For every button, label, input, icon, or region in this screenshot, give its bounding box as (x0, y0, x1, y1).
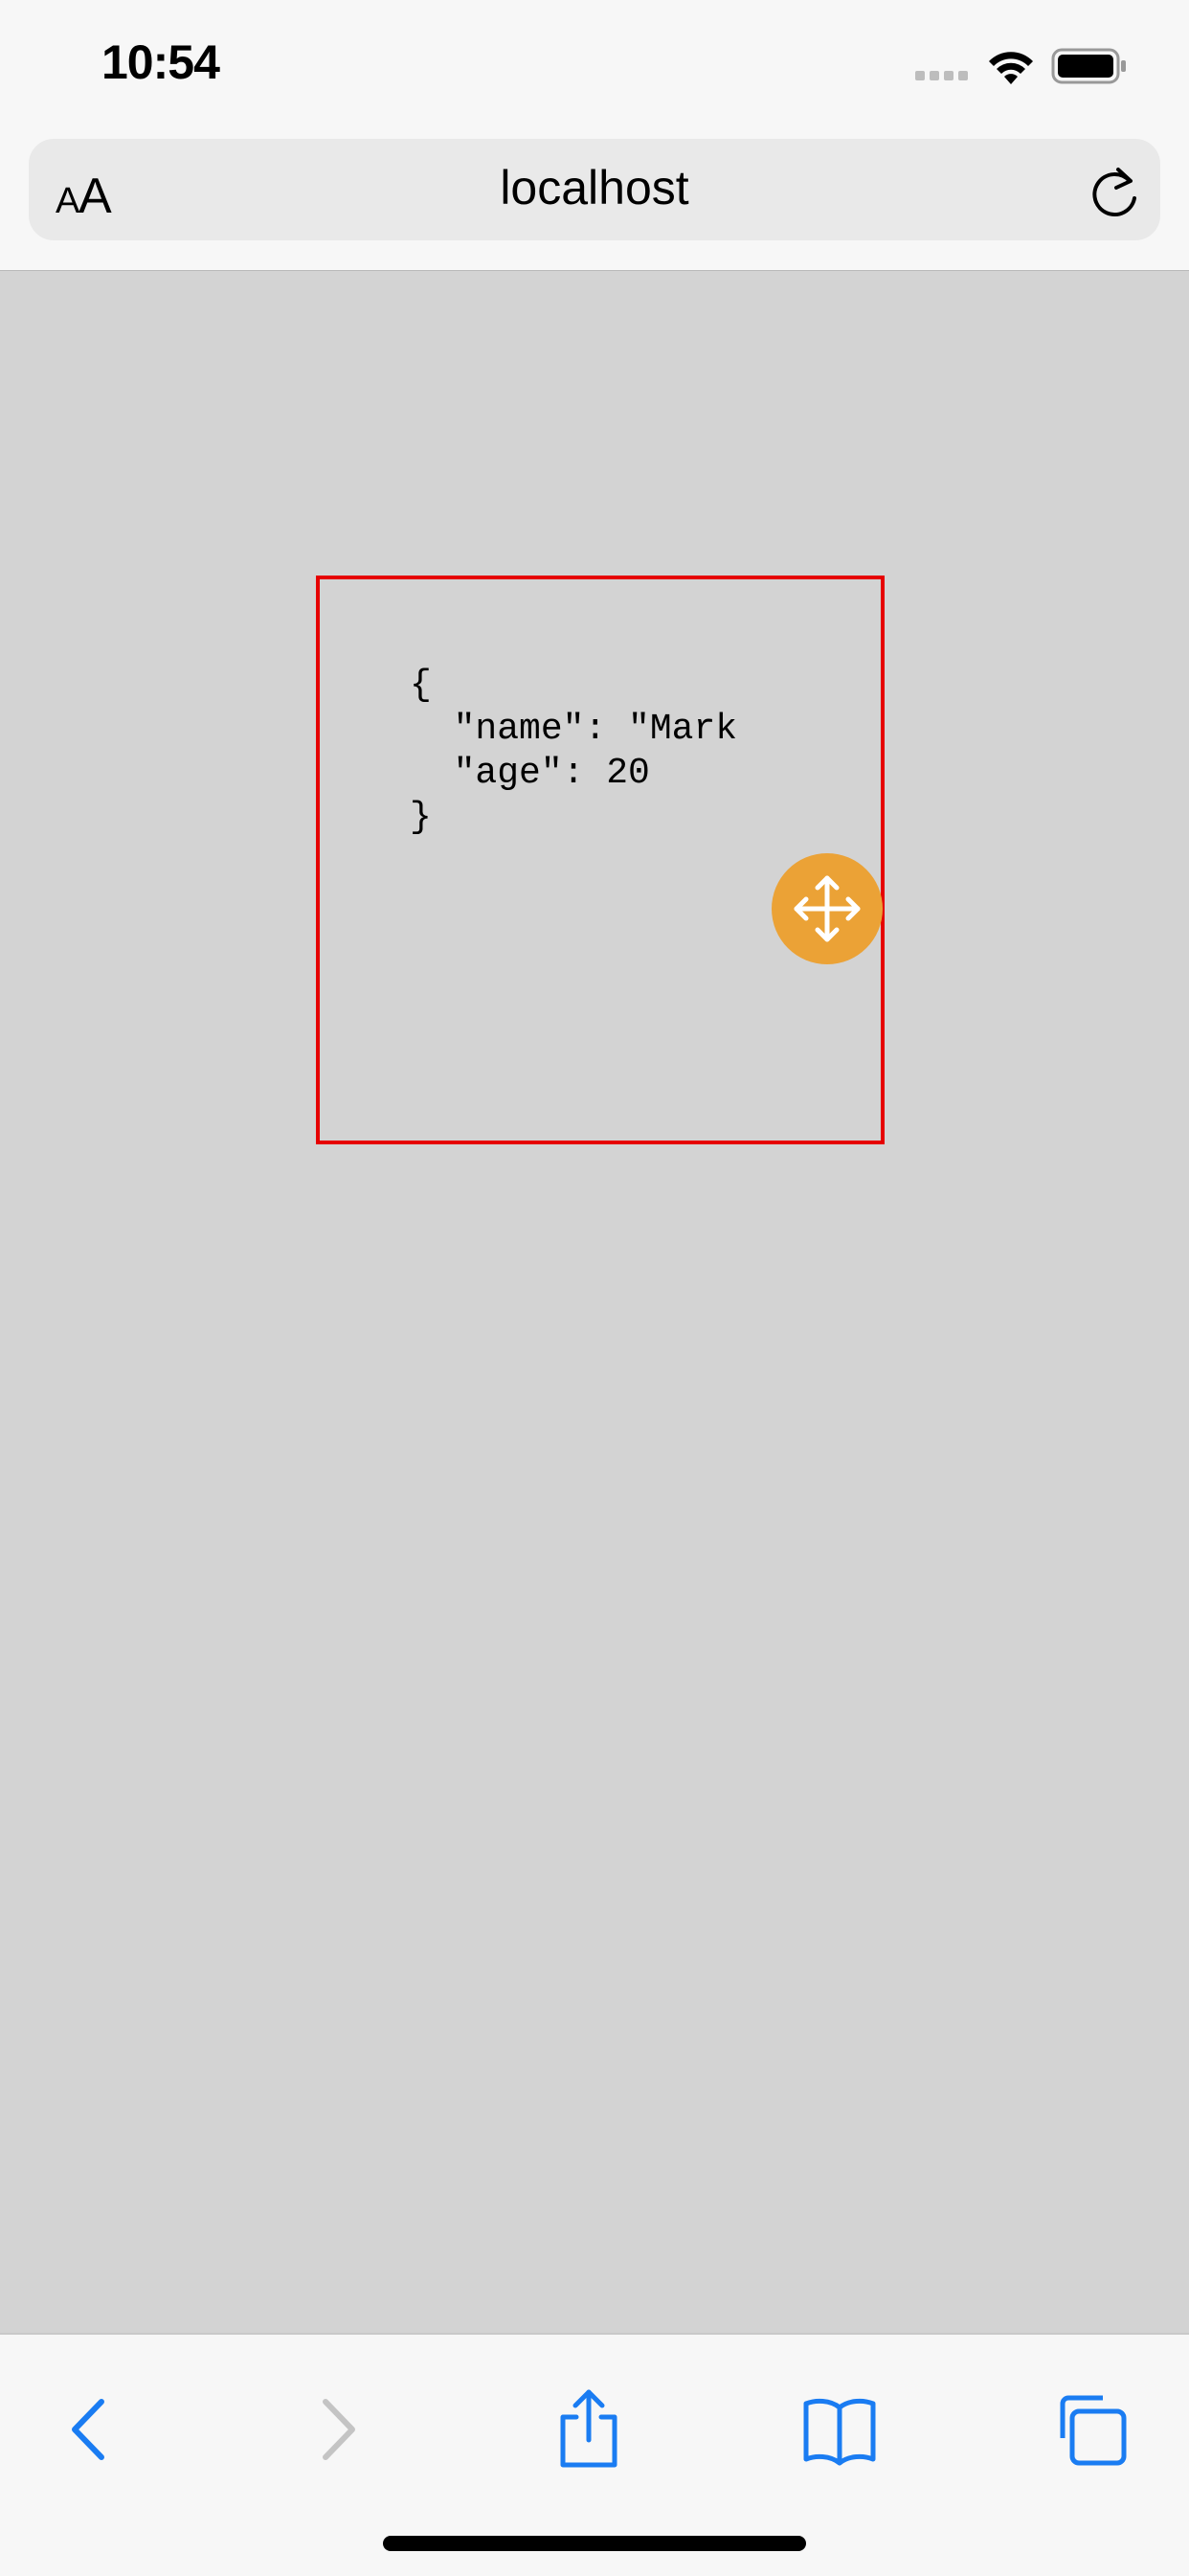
share-icon (560, 2389, 617, 2468)
url-text[interactable]: localhost (29, 160, 1160, 215)
status-bar: 10:54 (0, 0, 1189, 134)
reload-icon[interactable] (1088, 164, 1141, 219)
browser-address-area: A A localhost (0, 134, 1189, 272)
battery-icon (1051, 48, 1126, 84)
move-arrows-icon (794, 875, 861, 942)
move-handle[interactable] (772, 853, 883, 964)
book-icon (803, 2398, 876, 2466)
status-time: 10:54 (101, 35, 220, 89)
tabs-icon (1060, 2395, 1127, 2466)
wifi-icon (989, 52, 1033, 84)
web-content: { "name": "Mark "age": 20 } (0, 271, 1189, 2333)
json-text: { "name": "Mark "age": 20 } (410, 665, 738, 838)
cellular-signal-icon (915, 71, 968, 80)
back-button[interactable] (36, 2377, 142, 2482)
address-bar[interactable]: A A localhost (29, 139, 1160, 240)
chevron-right-icon (323, 2399, 355, 2460)
bookmarks-button[interactable] (787, 2377, 892, 2482)
home-indicator[interactable] (383, 2536, 806, 2551)
forward-button[interactable] (285, 2377, 391, 2482)
tabs-button[interactable] (1038, 2377, 1143, 2482)
share-button[interactable] (536, 2377, 641, 2482)
chevron-left-icon (72, 2399, 104, 2460)
